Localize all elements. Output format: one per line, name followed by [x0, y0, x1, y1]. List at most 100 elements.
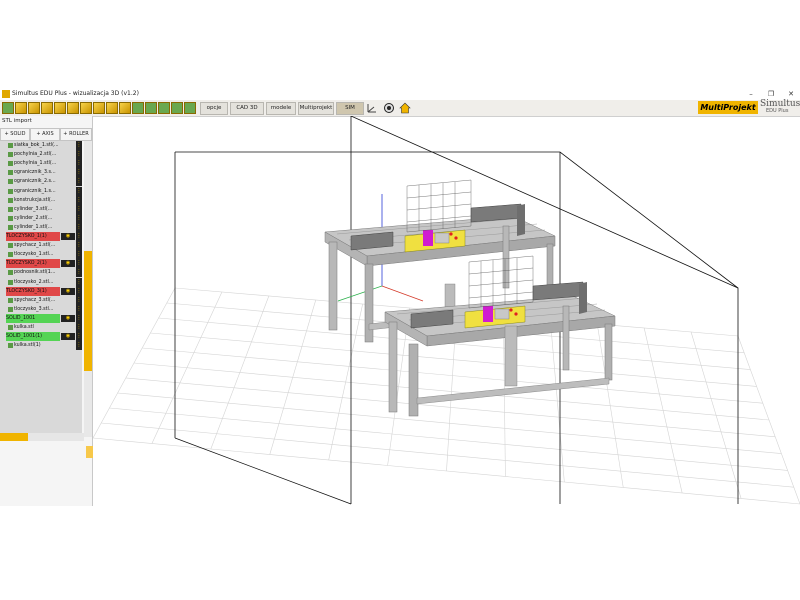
- item-options-icon[interactable]: ⋮: [76, 150, 82, 160]
- item-options-icon[interactable]: ⋮: [76, 250, 82, 260]
- view-icon[interactable]: [383, 102, 395, 114]
- tree-item[interactable]: pochylnia_1.stl(... ⋮: [0, 159, 82, 169]
- tree-item[interactable]: cylinder_1.stl(... ⋮: [0, 222, 82, 232]
- tab-sim[interactable]: SIM: [336, 102, 364, 115]
- tree-item[interactable]: konstrukcja.stl(... ⋮: [0, 195, 82, 205]
- cube-icon[interactable]: [41, 102, 53, 114]
- tree-item[interactable]: SOLID_1001(1) ◉ ⋮: [0, 332, 82, 342]
- tree-item-label: TLOCZYSKO_2(1): [6, 259, 60, 269]
- cube-icon[interactable]: [54, 102, 66, 114]
- item-options-icon[interactable]: ⋮: [76, 277, 82, 287]
- tree-item-label: TLOCZYSKO_1(1): [6, 232, 60, 241]
- item-options-icon[interactable]: ⋮: [76, 213, 82, 223]
- cube-icon[interactable]: [28, 102, 40, 114]
- item-options-icon[interactable]: ⋮: [76, 323, 82, 332]
- add-roller-button[interactable]: + ROLLER: [60, 128, 92, 141]
- save-icon[interactable]: [132, 102, 144, 114]
- tree-item[interactable]: pochylnia_2.stl(... ⋮: [0, 150, 82, 160]
- tree-item[interactable]: ogranicznik_3.s... ⋮: [0, 168, 82, 178]
- tree-item-label: konstrukcja.stl(...: [14, 197, 56, 203]
- item-options-icon[interactable]: ⋮: [76, 332, 82, 342]
- tree-item[interactable]: kulka.stl(1) ⋮: [0, 341, 82, 351]
- cube-icon[interactable]: [15, 102, 27, 114]
- tree-item[interactable]: tloczysko_2.stl... ⋮: [0, 277, 82, 287]
- item-options-icon[interactable]: ⋮: [76, 341, 82, 351]
- tree-item-label: spychacz_3.stl(...: [14, 297, 56, 303]
- tree-item[interactable]: TLOCZYSKO_2(1) ◉ ⋮: [0, 259, 82, 269]
- cube-icon[interactable]: [119, 102, 131, 114]
- item-options-icon[interactable]: ⋮: [76, 177, 82, 187]
- copy-icon[interactable]: [145, 102, 157, 114]
- tree-item[interactable]: podnosnik.stl(1... ⋮: [0, 268, 82, 278]
- item-options-icon[interactable]: ⋮: [76, 268, 82, 278]
- part-icon: [8, 279, 13, 285]
- tree-item[interactable]: spychacz_1.stl(... ⋮: [0, 241, 82, 251]
- item-options-icon[interactable]: ⋮: [76, 195, 82, 205]
- minimize-button[interactable]: –: [742, 88, 760, 100]
- tab-cad-3d[interactable]: CAD 3D: [230, 102, 264, 115]
- axes-icon[interactable]: [366, 102, 378, 114]
- visibility-icon[interactable]: ◉: [61, 287, 75, 295]
- station-2[interactable]: [384, 255, 616, 417]
- item-options-icon[interactable]: ⋮: [76, 295, 82, 305]
- cube-icon[interactable]: [80, 102, 92, 114]
- part-icon: [8, 215, 13, 221]
- tab-opcje[interactable]: opcje: [200, 102, 228, 115]
- horizontal-scrollbar[interactable]: [0, 433, 84, 441]
- open-icon[interactable]: [2, 102, 14, 114]
- 3d-viewport[interactable]: [93, 116, 800, 506]
- part-icon: [8, 297, 13, 303]
- product-edition: EDU Plus: [766, 108, 789, 114]
- tree-item[interactable]: siatka_bok_1.stl(... ⋮: [0, 141, 82, 150]
- tree-item[interactable]: SOLID_1001 ◉ ⋮: [0, 313, 82, 323]
- part-icon: [8, 170, 13, 176]
- tab-multiprojekt[interactable]: Multiprojekt: [298, 102, 334, 115]
- part-icon: [8, 325, 13, 330]
- cube-icon[interactable]: [93, 102, 105, 114]
- item-options-icon[interactable]: ⋮: [76, 259, 82, 269]
- visibility-icon[interactable]: ◉: [61, 314, 75, 322]
- visibility-icon[interactable]: ◉: [61, 233, 75, 240]
- add-solid-button[interactable]: + SOLID: [0, 128, 30, 141]
- tree-item[interactable]: tloczysko_3.stl... ⋮: [0, 304, 82, 314]
- visibility-icon[interactable]: ◉: [61, 333, 75, 341]
- tree-item[interactable]: cylinder_3.stl(... ⋮: [0, 204, 82, 214]
- item-options-icon[interactable]: ⋮: [76, 232, 82, 241]
- scrollbar-thumb[interactable]: [0, 433, 28, 441]
- tree-item-label: ogranicznik_2.s...: [14, 179, 56, 185]
- collapse-handle[interactable]: [86, 446, 93, 458]
- tree-item[interactable]: ogranicznik_1.s... ⋮: [0, 186, 82, 196]
- import-icon[interactable]: [171, 102, 183, 114]
- tree-item[interactable]: kulka.stl ⋮: [0, 323, 82, 332]
- item-options-icon[interactable]: ⋮: [76, 241, 82, 251]
- item-options-icon[interactable]: ⋮: [76, 222, 82, 232]
- app-window: Simultus EDU Plus - wizualizacja 3D (v1.…: [0, 88, 800, 506]
- tree-item-label: kulka.stl: [14, 325, 34, 330]
- vertical-scrollbar[interactable]: [84, 141, 92, 437]
- home-icon[interactable]: [399, 102, 411, 114]
- visibility-icon[interactable]: ◉: [61, 260, 75, 268]
- tree-item[interactable]: TLOCZYSKO_1(1) ◉ ⋮: [0, 232, 82, 241]
- item-options-icon[interactable]: ⋮: [76, 286, 82, 296]
- tree-item[interactable]: ogranicznik_2.s... ⋮: [0, 177, 82, 187]
- item-options-icon[interactable]: ⋮: [76, 313, 82, 323]
- cube-icon[interactable]: [106, 102, 118, 114]
- item-options-icon[interactable]: ⋮: [76, 168, 82, 178]
- item-options-icon[interactable]: ⋮: [76, 186, 82, 196]
- tree-item[interactable]: TLOCZYSKO_3(1) ◉ ⋮: [0, 286, 82, 296]
- login-icon[interactable]: [184, 102, 196, 114]
- item-options-icon[interactable]: ⋮: [76, 141, 82, 150]
- item-options-icon[interactable]: ⋮: [76, 204, 82, 214]
- model-tree-panel: STL import + SOLID + AXIS + ROLLER siatk…: [0, 116, 93, 506]
- tree-item[interactable]: spychacz_3.stl(... ⋮: [0, 295, 82, 305]
- cube-icon[interactable]: [67, 102, 79, 114]
- add-axis-button[interactable]: + AXIS: [30, 128, 60, 141]
- item-options-icon[interactable]: ⋮: [76, 304, 82, 314]
- tree-item[interactable]: tloczysko_1.stl... ⋮: [0, 250, 82, 260]
- tab-modele[interactable]: modele: [266, 102, 296, 115]
- tree-item-label: podnosnik.stl(1...: [14, 270, 56, 276]
- export-icon[interactable]: [158, 102, 170, 114]
- tree-item[interactable]: cylinder_2.stl(... ⋮: [0, 213, 82, 223]
- item-options-icon[interactable]: ⋮: [76, 159, 82, 169]
- scrollbar-thumb[interactable]: [84, 251, 92, 371]
